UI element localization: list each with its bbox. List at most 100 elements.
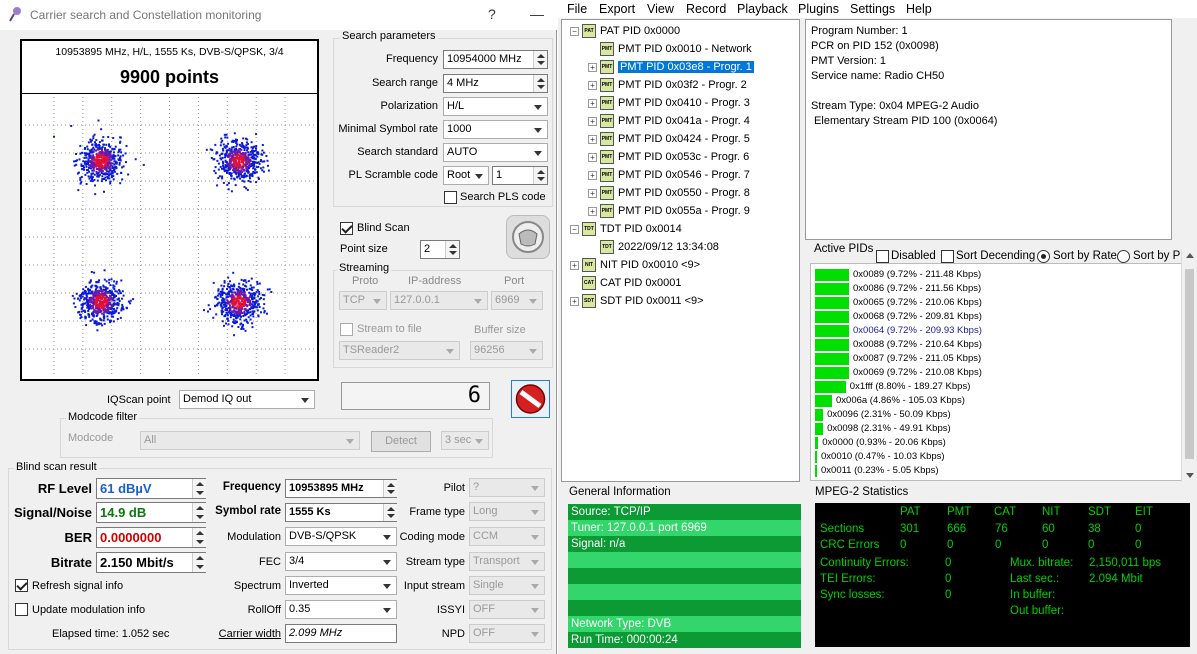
search-range-spinner[interactable] (533, 75, 547, 92)
rf-level-value: 61 dBµV (96, 478, 206, 499)
expand-toggle-icon[interactable]: + (588, 153, 597, 162)
npd-select[interactable]: OFF (469, 624, 545, 643)
sort-pid-radio[interactable] (1117, 250, 1130, 263)
tree-node[interactable]: + PMT PMT PID 0x055a - Progr. 9 (562, 204, 797, 220)
pilot-select[interactable]: ? (469, 478, 545, 497)
carrier-width-link[interactable]: Carrier width (205, 628, 281, 640)
refresh-signal-checkbox[interactable] (15, 579, 28, 592)
menu-record[interactable]: Record (686, 2, 726, 16)
rf-level-spinner[interactable] (192, 479, 206, 498)
polarization-select[interactable]: H/L (443, 97, 548, 116)
ip-address-label: IP-address (408, 275, 462, 287)
bitrate-spinner[interactable] (192, 553, 206, 572)
tree-node-label: PMT PID 0x0010 - Network (618, 43, 752, 55)
frame-type-select[interactable]: Long (469, 502, 545, 521)
sort-rate-radio[interactable] (1037, 250, 1050, 263)
stream-to-file-checkbox[interactable] (340, 323, 353, 336)
expand-toggle-icon[interactable]: + (588, 171, 597, 180)
expand-toggle-icon[interactable]: + (588, 117, 597, 126)
buffer-size-label: Buffer size (474, 324, 526, 336)
refresh-signal-label: Refresh signal info (32, 580, 124, 592)
modcode-select[interactable]: All (140, 431, 360, 450)
stream-type-select[interactable]: Transport (469, 552, 545, 571)
search-pls-checkbox[interactable] (444, 191, 457, 204)
expand-toggle-icon[interactable]: + (570, 297, 579, 306)
expand-toggle-icon[interactable]: + (588, 207, 597, 216)
issyi-select[interactable]: OFF (469, 600, 545, 619)
table-icon: PMT (600, 42, 614, 56)
menu-view[interactable]: View (647, 2, 674, 16)
iqscan-point-select[interactable]: Demod IQ out (179, 390, 315, 409)
scan-logo-icon[interactable] (506, 215, 550, 259)
update-modulation-checkbox[interactable] (15, 603, 28, 616)
tree-node[interactable]: + PMT PMT PID 0x041a - Progr. 4 (562, 114, 797, 130)
stream-target-select[interactable]: TSReader2 (339, 341, 460, 360)
tree-node[interactable]: − TDT TDT PID 0x0014 (562, 222, 797, 238)
search-standard-select[interactable]: AUTO (443, 143, 548, 162)
stop-button[interactable] (511, 380, 550, 418)
detect-button[interactable]: Detect (371, 431, 431, 452)
table-icon: PMT (600, 186, 614, 200)
spectrum-select[interactable]: Inverted (285, 576, 397, 595)
signal-noise-spinner[interactable] (192, 503, 206, 522)
menu-plugins[interactable]: Plugins (798, 2, 839, 16)
pid-row-label: 0x0010 (0.47% - 10.03 Kbps) (821, 451, 945, 462)
stat-header: EIT (1135, 506, 1153, 518)
menu-help[interactable]: Help (906, 2, 932, 16)
tree-node[interactable]: + PMT PMT PID 0x053c - Progr. 6 (562, 150, 797, 166)
expand-toggle-icon[interactable]: + (588, 135, 597, 144)
blind-scan-checkbox[interactable] (340, 222, 353, 235)
input-stream-select[interactable]: Single (469, 576, 545, 595)
tree-node[interactable]: TDT 2022/09/12 13:34:08 (562, 240, 797, 256)
point-size-spinner[interactable] (445, 241, 459, 258)
buffer-size-input[interactable]: 96256 (470, 341, 543, 360)
tree-node[interactable]: + PMT PMT PID 0x0546 - Progr. 7 (562, 168, 797, 184)
disabled-checkbox[interactable] (876, 250, 889, 263)
mux-bitrate-label: Mux. bitrate: (1010, 557, 1074, 569)
crc-value: 0 (1042, 539, 1049, 551)
tree-node[interactable]: PMT PMT PID 0x0010 - Network (562, 42, 797, 58)
menu-settings[interactable]: Settings (850, 2, 895, 16)
modulation-label: Modulation (227, 531, 281, 543)
expand-toggle-icon[interactable]: + (588, 189, 597, 198)
fec-select[interactable]: 3/4 (285, 552, 397, 571)
tree-node[interactable]: + PMT PMT PID 0x0424 - Progr. 5 (562, 132, 797, 148)
modulation-select[interactable]: DVB-S/QPSK (285, 527, 397, 546)
pid-row-label: 0x0069 (9.72% - 210.08 Kbps) (853, 367, 982, 378)
help-button[interactable]: ? (488, 6, 496, 22)
coding-mode-select[interactable]: CCM (469, 527, 545, 546)
tree-node[interactable]: + NIT NIT PID 0x0010 <9> (562, 258, 797, 274)
pid-rate-bar (815, 297, 849, 309)
frequency-spinner[interactable] (533, 51, 547, 68)
tree-node[interactable]: + PMT PMT PID 0x03f2 - Progr. 2 (562, 78, 797, 94)
expand-toggle-icon[interactable]: + (588, 63, 597, 72)
menu-playback[interactable]: Playback (737, 2, 788, 16)
ber-spinner[interactable] (192, 528, 206, 547)
expand-toggle-icon[interactable]: + (570, 261, 579, 270)
expand-toggle-icon[interactable]: + (588, 81, 597, 90)
sections-value: 0 (1135, 523, 1142, 535)
tree-node[interactable]: + PMT PMT PID 0x0550 - Progr. 8 (562, 186, 797, 202)
tree-node[interactable]: + PMT PMT PID 0x03e8 - Progr. 1 (562, 60, 797, 76)
menu-export[interactable]: Export (599, 2, 635, 16)
tree-node[interactable]: CAT CAT PID 0x0001 (562, 276, 797, 292)
port-input[interactable]: 6969 (491, 291, 543, 310)
expand-toggle-icon[interactable]: − (570, 225, 579, 234)
blind-scan-result-title: Blind scan result (14, 461, 99, 473)
min-symbol-rate-select[interactable]: 1000 (443, 120, 548, 139)
sort-descending-checkbox[interactable] (941, 250, 954, 263)
tree-node[interactable]: + PMT PMT PID 0x0410 - Progr. 3 (562, 96, 797, 112)
menu-file[interactable]: File (567, 2, 587, 16)
rolloff-select[interactable]: 0.35 (285, 600, 397, 619)
pl-scramble-mode-select[interactable]: Root (443, 166, 489, 185)
tree-node[interactable]: − PAT PAT PID 0x0000 (562, 24, 797, 40)
tree-node[interactable]: + SDT SDT PID 0x0011 <9> (562, 294, 797, 310)
expand-toggle-icon[interactable]: − (570, 27, 579, 36)
ip-address-select[interactable]: 127.0.0.1 (390, 291, 488, 310)
detect-time-input[interactable]: 3 sec (441, 431, 489, 450)
pl-scramble-spinner[interactable] (533, 167, 547, 184)
minimize-button[interactable]: — (530, 6, 544, 22)
pid-list-scrollbar[interactable] (1181, 249, 1197, 482)
expand-toggle-icon[interactable]: + (588, 99, 597, 108)
proto-select[interactable]: TCP (339, 291, 387, 310)
